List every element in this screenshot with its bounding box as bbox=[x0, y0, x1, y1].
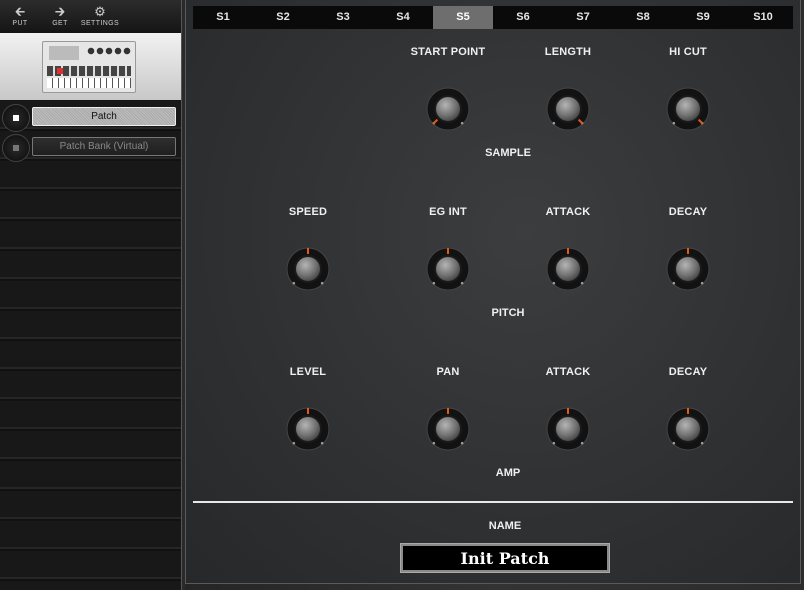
param-label-amp-decay: DECAY bbox=[668, 366, 708, 378]
arrow-left-icon: 🡰 bbox=[14, 4, 26, 19]
section-title-pitch: PITCH bbox=[491, 307, 525, 319]
name-label: NAME bbox=[488, 520, 522, 532]
tab-s4[interactable]: S4 bbox=[373, 6, 433, 29]
section-title-sample: SAMPLE bbox=[485, 147, 531, 159]
arrow-right-icon: 🡲 bbox=[54, 4, 66, 19]
put-label: PUT bbox=[12, 20, 28, 27]
patch-name-input[interactable] bbox=[403, 546, 607, 570]
gear-icon: ⚙ bbox=[94, 4, 106, 19]
sidebar: 🡰 PUT 🡲 GET ⚙ SETTINGS Patch Patch Bank … bbox=[0, 0, 182, 590]
device-thumbnail bbox=[0, 33, 181, 100]
tab-s5[interactable]: S5 bbox=[433, 6, 493, 29]
editor-area: S1 S2 S3 S4 S5 S6 S7 S8 S9 S10 START POI… bbox=[185, 0, 804, 590]
sound-panel: S1 S2 S3 S4 S5 S6 S7 S8 S9 S10 START POI… bbox=[185, 0, 801, 584]
sidebar-item-label: Patch bbox=[32, 107, 176, 126]
sidebar-item-label: Patch Bank (Virtual) bbox=[32, 137, 176, 156]
knob-level[interactable] bbox=[285, 406, 331, 452]
knob-start-point[interactable] bbox=[425, 86, 471, 132]
synth-image bbox=[42, 41, 136, 93]
settings-button[interactable]: ⚙ SETTINGS bbox=[80, 5, 120, 31]
tab-s10[interactable]: S10 bbox=[733, 6, 793, 29]
put-button[interactable]: 🡰 PUT bbox=[0, 5, 40, 31]
section-title-amp: AMP bbox=[495, 467, 521, 479]
param-label-start-point: START POINT bbox=[410, 46, 486, 58]
param-label-hi-cut: HI CUT bbox=[669, 46, 707, 58]
get-label: GET bbox=[52, 20, 68, 27]
knob-pan[interactable] bbox=[425, 406, 471, 452]
tab-s1[interactable]: S1 bbox=[193, 6, 253, 29]
param-label-pitch-attack: ATTACK bbox=[545, 206, 591, 218]
knob-speed[interactable] bbox=[285, 246, 331, 292]
param-label-level: LEVEL bbox=[289, 366, 327, 378]
get-button[interactable]: 🡲 GET bbox=[40, 5, 80, 31]
sidebar-item-patch-bank[interactable]: Patch Bank (Virtual) bbox=[0, 132, 181, 162]
tab-s3[interactable]: S3 bbox=[313, 6, 373, 29]
param-label-amp-attack: ATTACK bbox=[545, 366, 591, 378]
tab-s8[interactable]: S8 bbox=[613, 6, 673, 29]
settings-label: SETTINGS bbox=[80, 20, 120, 27]
knob-amp-decay[interactable] bbox=[665, 406, 711, 452]
param-label-eg-int: EG INT bbox=[429, 206, 467, 218]
record-icon bbox=[2, 134, 30, 162]
knob-pitch-attack[interactable] bbox=[545, 246, 591, 292]
sidebar-list: Patch Patch Bank (Virtual) bbox=[0, 101, 181, 590]
knob-hi-cut[interactable] bbox=[665, 86, 711, 132]
param-label-length: LENGTH bbox=[544, 46, 592, 58]
sidebar-item-patch[interactable]: Patch bbox=[0, 102, 181, 132]
param-label-pitch-decay: DECAY bbox=[668, 206, 708, 218]
param-label-speed: SPEED bbox=[288, 206, 328, 218]
knob-amp-attack[interactable] bbox=[545, 406, 591, 452]
knob-pitch-decay[interactable] bbox=[665, 246, 711, 292]
sound-tabs: S1 S2 S3 S4 S5 S6 S7 S8 S9 S10 bbox=[193, 6, 793, 29]
record-icon bbox=[2, 104, 30, 132]
tab-s7[interactable]: S7 bbox=[553, 6, 613, 29]
divider bbox=[193, 501, 793, 503]
param-label-pan: PAN bbox=[436, 366, 460, 378]
knob-length[interactable] bbox=[545, 86, 591, 132]
tab-s9[interactable]: S9 bbox=[673, 6, 733, 29]
knob-eg-int[interactable] bbox=[425, 246, 471, 292]
tab-s6[interactable]: S6 bbox=[493, 6, 553, 29]
tab-s2[interactable]: S2 bbox=[253, 6, 313, 29]
toolbar: 🡰 PUT 🡲 GET ⚙ SETTINGS bbox=[0, 0, 181, 33]
name-field-frame bbox=[400, 543, 610, 573]
